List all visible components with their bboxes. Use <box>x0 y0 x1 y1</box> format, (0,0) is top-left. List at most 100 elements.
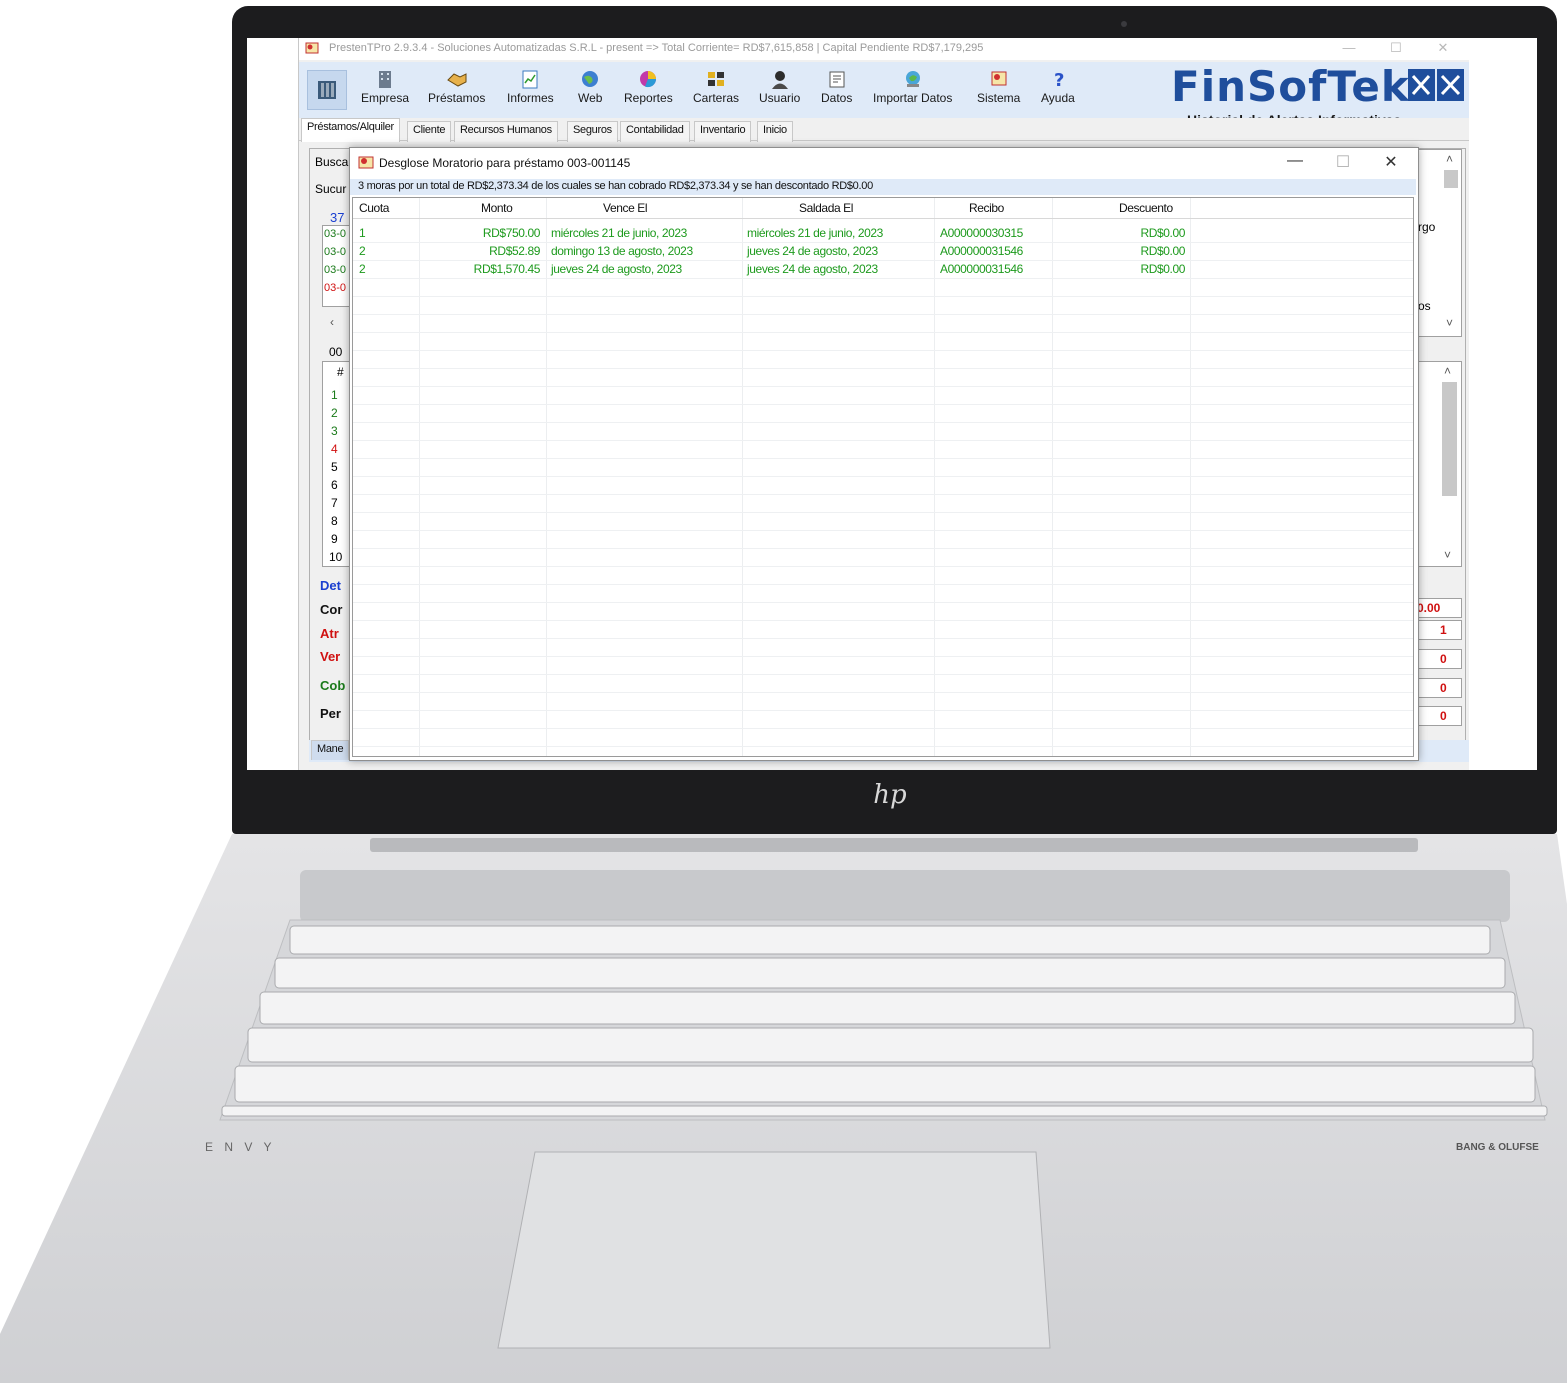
sistema-label: Sistema <box>977 91 1021 105</box>
empty-row-line <box>353 602 1413 603</box>
value-box: 0.00 <box>1415 598 1462 618</box>
cell-cuota: 2 <box>359 244 366 258</box>
empty-row-line <box>353 332 1413 333</box>
loan-row[interactable]: 03-0 <box>324 228 346 240</box>
field-code: 00 <box>329 345 343 359</box>
detail-label: Det <box>320 578 341 593</box>
table-row[interactable]: 2 RD$1,570.45 jueves 24 de agosto, 2023 … <box>353 260 1413 279</box>
cell-monto: RD$750.00 <box>482 226 541 240</box>
list-item[interactable]: 6 <box>331 478 338 492</box>
corriente-label: Cor <box>320 602 343 617</box>
empty-row-line <box>353 458 1413 459</box>
empty-row-line <box>353 422 1413 423</box>
handshake-icon <box>446 73 467 87</box>
usuario-button[interactable]: Usuario <box>759 68 800 105</box>
library-button[interactable] <box>307 70 347 110</box>
sistema-button[interactable]: Sistema <box>977 68 1020 105</box>
column-divider <box>934 198 935 756</box>
empty-row-line <box>353 530 1413 531</box>
column-header-saldada[interactable]: Saldada El <box>799 201 853 215</box>
scrollbar-thumb[interactable] <box>1444 170 1458 188</box>
carteras-label: Carteras <box>693 91 740 105</box>
loan-row[interactable]: 03-0 <box>324 246 346 258</box>
cobrado-label: Cob <box>320 678 346 693</box>
value-corriente: 0.00 <box>1417 601 1441 615</box>
scrollbar-thumb[interactable] <box>1442 382 1457 496</box>
cell-recibo: A000000031546 <box>940 262 1023 276</box>
tab-cliente[interactable]: Cliente <box>407 121 452 142</box>
header-divider <box>353 218 1413 219</box>
empty-row-line <box>353 584 1413 585</box>
laptop-screen: PrestenTPro 2.9.3.4 - Soluciones Automat… <box>247 38 1537 770</box>
empty-row-line <box>353 656 1413 657</box>
tab-contabilidad[interactable]: Contabilidad <box>620 121 690 142</box>
list-item[interactable]: 2 <box>331 406 338 420</box>
dialog-minimize-button[interactable]: — <box>1280 152 1310 172</box>
web-label: Web <box>578 91 603 105</box>
tab-seguros[interactable]: Seguros <box>567 121 618 142</box>
user-icon <box>771 71 788 89</box>
loan-row[interactable]: 03-0 <box>324 282 346 294</box>
svg-text:?: ? <box>1054 70 1064 90</box>
cell-descuento: RD$0.00 <box>1140 244 1185 258</box>
empty-row-line <box>353 512 1413 513</box>
scroll-down-icon[interactable]: ˅ <box>1446 316 1453 330</box>
prestamos-label: Préstamos <box>428 91 486 105</box>
webcam <box>1121 21 1127 27</box>
list-item[interactable]: 10 <box>329 550 342 564</box>
column-divider <box>742 198 743 756</box>
list-item[interactable]: 3 <box>331 424 338 438</box>
web-button[interactable]: Web <box>578 68 602 105</box>
table-row[interactable]: 1 RD$750.00 miércoles 21 de junio, 2023 … <box>353 224 1413 243</box>
dialog-close-button[interactable]: ✕ <box>1376 152 1406 172</box>
column-header-monto[interactable]: Monto <box>481 201 513 215</box>
dialog-maximize-button[interactable]: ☐ <box>1328 152 1358 172</box>
ayuda-button[interactable]: ? Ayuda <box>1041 68 1075 105</box>
tab-inventario[interactable]: Inventario <box>694 121 752 142</box>
cell-recibo: A000000031546 <box>940 244 1023 258</box>
tab-mantenimiento[interactable]: Mane <box>311 740 350 760</box>
list-item[interactable]: 7 <box>331 496 338 510</box>
table-header: Cuota Monto Vence El Saldada El Recibo D… <box>353 198 1413 219</box>
moratorio-summary: 3 moras por un total de RD$2,373.34 de l… <box>350 179 1416 195</box>
tab-inicio[interactable]: Inicio <box>757 121 793 142</box>
empresa-label: Empresa <box>361 91 410 105</box>
brand-name: FinSofTek <box>1171 62 1410 111</box>
informes-button[interactable]: Informes <box>507 68 554 105</box>
value-vencido: 0 <box>1440 652 1447 666</box>
empresa-button[interactable]: Empresa <box>361 68 409 105</box>
module-tabs: Préstamos/Alquiler Cliente Recursos Huma… <box>299 118 1469 142</box>
list-item[interactable]: 8 <box>331 514 338 528</box>
scroll-down-icon[interactable]: ˅ <box>1444 548 1451 562</box>
datos-button[interactable]: Datos <box>821 68 852 105</box>
column-header-recibo[interactable]: Recibo <box>969 201 1004 215</box>
column-header-vence[interactable]: Vence El <box>603 201 648 215</box>
minimize-button[interactable]: — <box>1339 40 1359 55</box>
importar-datos-button[interactable]: Importar Datos <box>873 68 952 105</box>
carteras-button[interactable]: Carteras <box>693 68 739 105</box>
list-item[interactable]: 4 <box>331 442 338 456</box>
tab-recursos-humanos[interactable]: Recursos Humanos <box>454 121 558 142</box>
close-button[interactable]: ✕ <box>1433 40 1453 56</box>
right-info-box: rgo os ˄ ˅ <box>1415 149 1462 337</box>
loan-row[interactable]: 03-0 <box>324 264 346 276</box>
tab-prestamos-alquiler[interactable]: Préstamos/Alquiler <box>301 118 400 142</box>
pendiente-label: Per <box>320 706 341 721</box>
list-item[interactable]: 9 <box>331 532 338 546</box>
list-item[interactable]: 1 <box>331 388 338 402</box>
reportes-button[interactable]: Reportes <box>624 68 673 105</box>
scroll-left-icon[interactable]: ‹ <box>330 315 334 329</box>
ribbon-toolbar: Empresa Préstamos Informes Web Reportes … <box>299 62 1469 128</box>
prestamos-button[interactable]: Préstamos <box>428 68 485 105</box>
scroll-up-icon[interactable]: ˄ <box>1444 364 1451 378</box>
list-item[interactable]: 5 <box>331 460 338 474</box>
maximize-button[interactable]: ☐ <box>1386 40 1406 56</box>
atraso-label: Atr <box>320 626 339 641</box>
import-icon <box>905 71 920 87</box>
column-header-cuota[interactable]: Cuota <box>359 201 389 215</box>
cell-saldada: miércoles 21 de junio, 2023 <box>747 226 883 240</box>
table-row[interactable]: 2 RD$52.89 domingo 13 de agosto, 2023 ju… <box>353 242 1413 261</box>
scroll-up-icon[interactable]: ˄ <box>1446 152 1453 166</box>
column-header-descuento[interactable]: Descuento <box>1119 201 1173 215</box>
cell-monto: RD$1,570.45 <box>473 262 541 276</box>
